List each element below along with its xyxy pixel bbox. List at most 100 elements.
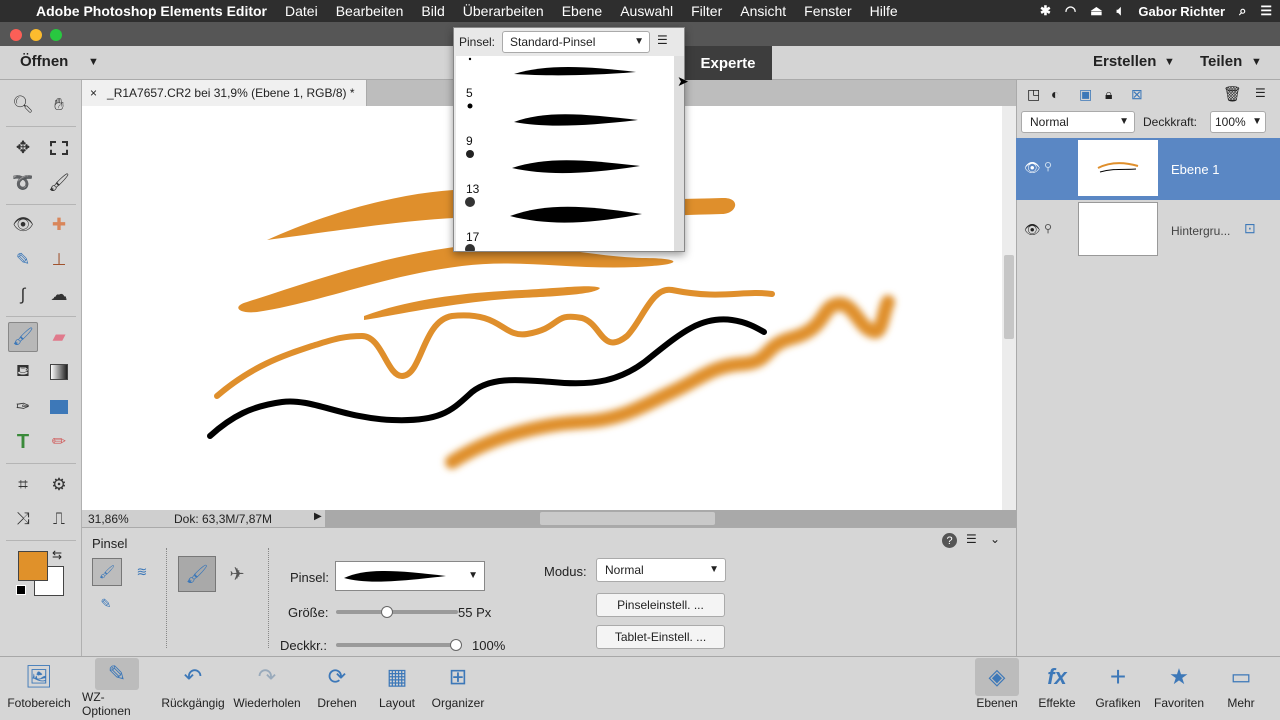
effects-button[interactable]: fx Effekte (1022, 658, 1092, 718)
delete-layer-icon[interactable]: 🗑︎ (1223, 85, 1242, 103)
lock-all-icon[interactable]: 🔒︎ (1105, 86, 1112, 103)
notification-list-icon[interactable]: ☰ (1260, 3, 1272, 19)
document-tab[interactable]: × _R1A7657.CR2 bei 31,9% (Ebene 1, RGB/8… (82, 80, 367, 106)
opacity-slider-track[interactable] (336, 643, 458, 647)
layer-lock-icon[interactable]: ⊡ (1244, 220, 1256, 237)
menu-auswahl[interactable]: Auswahl (620, 3, 673, 19)
brush-preset-picker[interactable]: ▼ (335, 561, 485, 591)
adjustment-layer-icon[interactable]: ◐ (1051, 86, 1059, 102)
menu-ueberarbeiten[interactable]: Überarbeiten (463, 3, 544, 19)
swap-colors-icon[interactable]: ⇆ (52, 548, 62, 562)
airbrush-off-icon[interactable]: 🖌︎ (178, 556, 216, 592)
blur-tool-icon[interactable]: ∫ (8, 280, 38, 310)
horizontal-scroll-thumb[interactable] (540, 512, 715, 525)
graphics-button[interactable]: + Grafiken (1083, 658, 1153, 718)
crop-tool-icon[interactable]: ⌗ (8, 470, 38, 500)
layer-link-icon[interactable]: ⚲ (1044, 160, 1052, 173)
blend-mode-select[interactable]: Normal ▼ (1021, 111, 1135, 133)
help-icon[interactable]: ? (942, 533, 957, 548)
eject-icon[interactable]: ⏏ (1090, 3, 1102, 19)
size-slider-track[interactable] (336, 610, 458, 614)
visibility-eye-icon[interactable]: 👁︎ (1024, 222, 1041, 238)
menu-ebene[interactable]: Ebene (562, 3, 602, 19)
size-slider-knob[interactable] (381, 606, 393, 618)
new-layer-icon[interactable]: ◳ (1027, 86, 1040, 103)
minimize-window-button[interactable] (30, 29, 42, 41)
collapse-options-icon[interactable]: ⌄ (990, 532, 1000, 546)
brush-preset-dropdown-icon[interactable]: ▼ (468, 570, 478, 581)
zoom-tool-icon[interactable]: 🔍︎ (8, 90, 38, 120)
airbrush-icon[interactable]: ✈︎ (222, 556, 252, 592)
healing-brush-tool-icon[interactable]: ✚ (44, 210, 74, 240)
red-eye-tool-icon[interactable]: 👁︎ (8, 210, 38, 240)
tablet-settings-button[interactable]: Tablet-Einstell. ... (596, 625, 725, 649)
create-button[interactable]: Erstellen (1093, 53, 1156, 70)
vertical-scroll-thumb[interactable] (1004, 255, 1014, 339)
tool-options-button[interactable]: ✎ WZ-Optionen (82, 658, 152, 718)
pencil-tool-icon[interactable]: ✏︎ (44, 427, 74, 457)
menu-bild[interactable]: Bild (421, 3, 444, 19)
brush-popup-menu-icon[interactable]: ☰ (657, 33, 668, 47)
menu-hilfe[interactable]: Hilfe (870, 3, 898, 19)
options-menu-icon[interactable]: ☰ (966, 532, 977, 546)
layer-name[interactable]: Hintergru... (1171, 224, 1230, 238)
zoom-level[interactable]: 31,86% (88, 512, 129, 526)
app-name-menu[interactable]: Adobe Photoshop Elements Editor (36, 3, 267, 19)
brush-size-9[interactable]: 9 (466, 134, 473, 148)
close-window-button[interactable] (10, 29, 22, 41)
bluetooth-icon[interactable]: ✱ (1040, 3, 1051, 19)
more-button[interactable]: ▭ Mehr (1206, 658, 1276, 718)
volume-icon[interactable]: 🔈︎ (1117, 3, 1125, 19)
content-aware-move-tool-icon[interactable]: ⤨ (8, 504, 38, 534)
brush-library-select[interactable]: Standard-Pinsel ▼ (502, 31, 650, 53)
brush-tool-icon[interactable]: 🖌︎ (8, 322, 38, 352)
foreground-color-swatch[interactable] (18, 551, 48, 581)
undo-button[interactable]: ↶ Rückgängig (158, 658, 228, 718)
impressionist-brush-icon[interactable]: ≋ (128, 558, 156, 586)
tab-experte[interactable]: Experte (684, 46, 772, 80)
color-replacement-brush-icon[interactable]: ✎ (92, 590, 120, 618)
lasso-tool-icon[interactable]: ➰ (8, 168, 38, 198)
menu-filter[interactable]: Filter (691, 3, 722, 19)
type-tool-icon[interactable]: T (8, 427, 38, 457)
zoom-window-button[interactable] (50, 29, 62, 41)
brush-size-5[interactable]: 5 (466, 86, 473, 100)
lock-transparency-icon[interactable]: ⊠ (1131, 86, 1143, 103)
clone-stamp-tool-icon[interactable]: ⊥ (44, 245, 74, 275)
layer-mask-icon[interactable]: ▣ (1079, 86, 1092, 103)
organizer-button[interactable]: ⊞ Organizer (423, 658, 493, 718)
create-dropdown-icon[interactable]: ▼ (1164, 56, 1175, 68)
paint-bucket-tool-icon[interactable]: ⛾ (8, 357, 38, 387)
straighten-tool-icon[interactable]: ⎍ (44, 504, 74, 534)
eraser-tool-icon[interactable]: ▰ (44, 322, 74, 352)
smart-brush-tool-icon[interactable]: ✎ (8, 245, 38, 275)
layer-link-icon[interactable]: ⚲ (1044, 222, 1052, 235)
layer-row-ebene-1[interactable]: 👁︎ ⚲ Ebene 1 (1016, 138, 1280, 200)
opacity-slider-knob[interactable] (450, 639, 462, 651)
brush-size-17[interactable]: 17 (466, 230, 479, 244)
spotlight-icon[interactable]: ⌕ (1239, 3, 1246, 19)
brush-preset-list[interactable]: 5 9 13 17 (456, 56, 674, 251)
user-name[interactable]: Gabor Richter (1138, 4, 1225, 19)
layer-name[interactable]: Ebene 1 (1171, 162, 1219, 177)
close-document-icon[interactable]: × (90, 86, 97, 100)
layers-menu-icon[interactable]: ☰ (1255, 86, 1266, 100)
layer-row-background[interactable]: 👁︎ ⚲ Hintergru... ⊡ (1016, 200, 1280, 262)
mode-select[interactable]: Normal ▼ (596, 558, 726, 582)
menu-ansicht[interactable]: Ansicht (740, 3, 786, 19)
eyedropper-tool-icon[interactable]: ✑ (8, 392, 38, 422)
sponge-tool-icon[interactable]: ☁︎ (44, 280, 74, 310)
hand-tool-icon[interactable]: ✋︎ (44, 90, 74, 120)
menu-fenster[interactable]: Fenster (804, 3, 851, 19)
visibility-eye-icon[interactable]: 👁︎ (1024, 160, 1041, 176)
brush-size-13[interactable]: 13 (466, 182, 479, 196)
open-dropdown-icon[interactable]: ▼ (88, 56, 99, 68)
share-button[interactable]: Teilen (1200, 53, 1242, 70)
brush-mode-icon[interactable]: 🖌︎ (92, 558, 122, 586)
share-dropdown-icon[interactable]: ▼ (1251, 56, 1262, 68)
favorites-button[interactable]: ★ Favoriten (1144, 658, 1214, 718)
open-button[interactable]: Öffnen (20, 53, 68, 70)
shape-tool-icon[interactable] (44, 392, 74, 422)
redo-button[interactable]: ↷ Wiederholen (232, 658, 302, 718)
menu-bearbeiten[interactable]: Bearbeiten (336, 3, 404, 19)
